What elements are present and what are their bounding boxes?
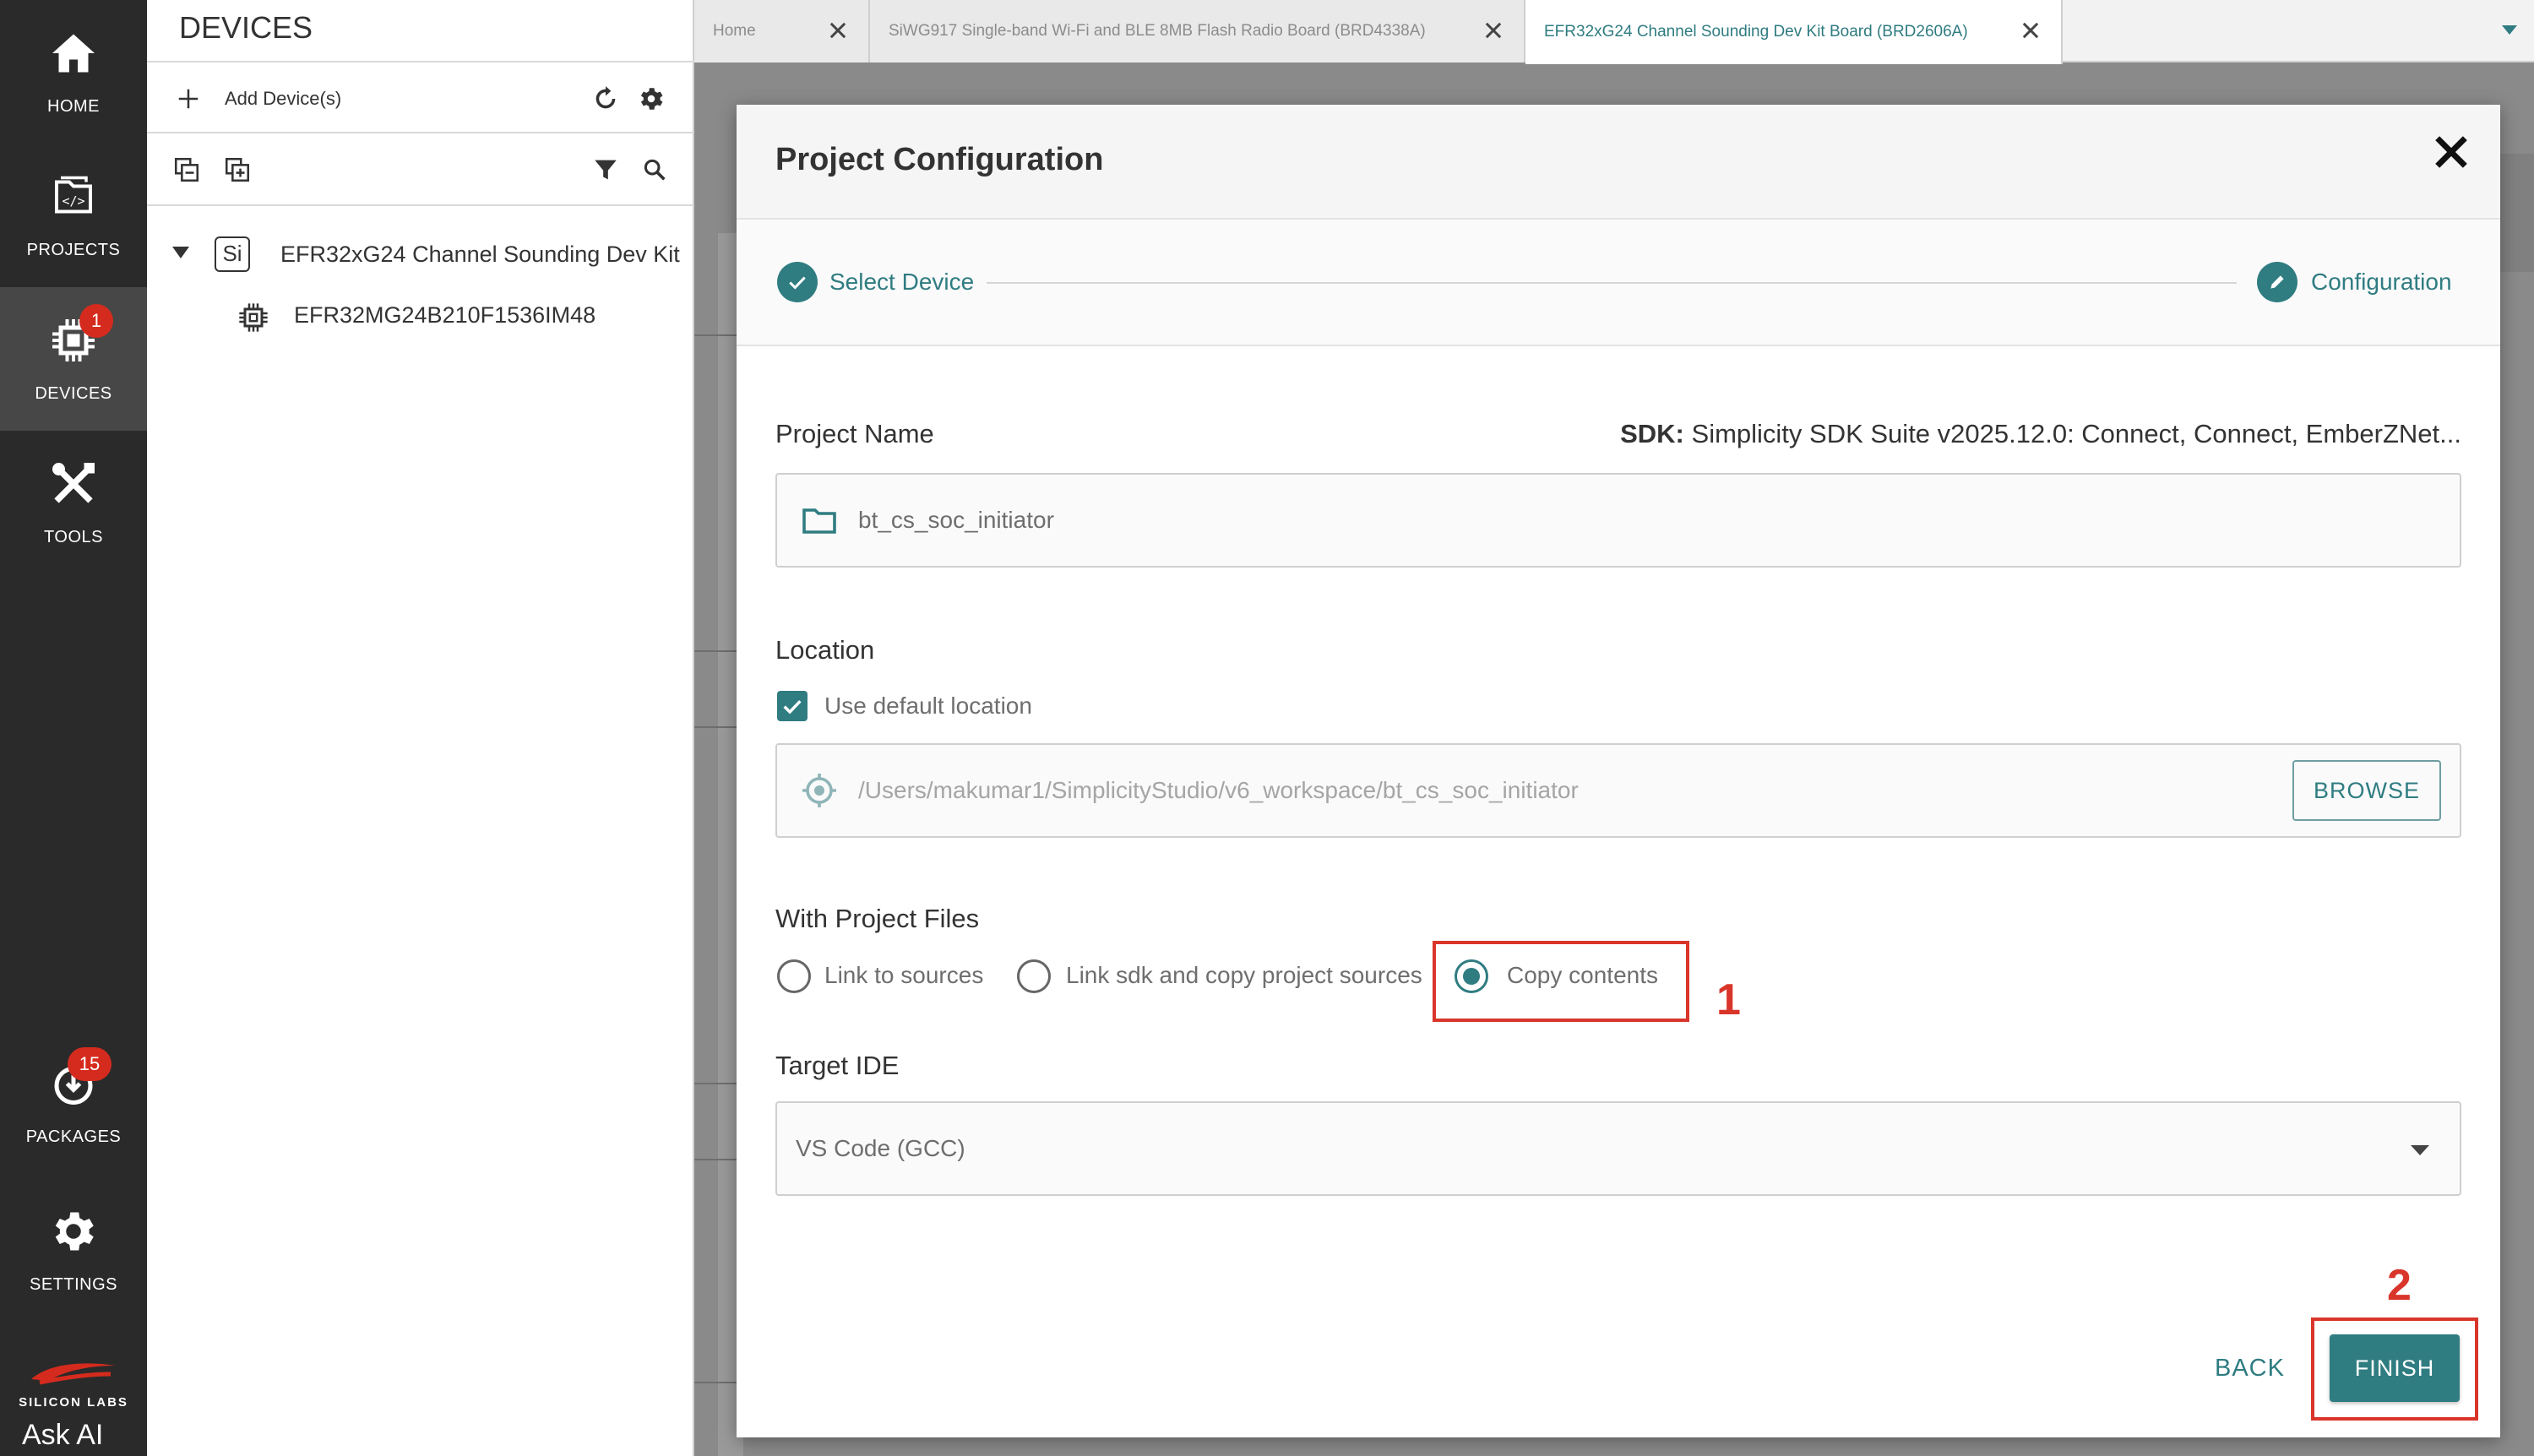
target-ide-label: Target IDE [775,1051,900,1080]
nav-tools[interactable]: TOOLS [0,431,147,574]
location-target-icon [802,774,836,807]
project-configuration-dialog: Project Configuration Select Device Conf… [737,105,2500,1437]
tab-siwg917-label: SiWG917 Single-band Wi-Fi and BLE 8MB Fl… [889,22,1426,40]
location-input[interactable]: /Users/makumar1/SimplicityStudio/v6_work… [775,743,2461,838]
svg-text:</>: </> [62,193,84,209]
filter-icon[interactable] [591,155,620,184]
location-path: /Users/makumar1/SimplicityStudio/v6_work… [858,777,1579,803]
tree-item-device[interactable]: EFR32MG24B210F1536IM48 [294,302,595,329]
radio-link-to-sources[interactable] [777,959,811,993]
devices-title: DEVICES [179,10,313,45]
expand-all-icon[interactable] [223,155,252,184]
wizard-stepper: Select Device Configuration [737,220,2500,346]
search-icon[interactable] [640,155,669,184]
chevron-down-icon [2411,1145,2429,1155]
nav-projects-label: PROJECTS [26,240,121,259]
devices-filter-bar [147,133,694,206]
tab-overflow-chevron-down-icon[interactable] [2502,25,2517,35]
tab-efr32xg24-label: EFR32xG24 Channel Sounding Dev Kit Board… [1544,23,1968,41]
silicon-labs-mark-icon [31,1363,116,1385]
tree-item-kit[interactable]: EFR32xG24 Channel Sounding Dev Kit [280,242,680,268]
settings-icon[interactable] [637,84,666,113]
project-name-value: bt_cs_soc_initiator [858,507,1054,533]
nav-packages[interactable]: PACKAGES 15 [0,1030,147,1174]
step-select-device[interactable]: Select Device [829,269,974,296]
nav-packages-label: PACKAGES [25,1127,122,1146]
browse-button[interactable]: BROWSE [2292,760,2441,821]
finish-button[interactable]: FINISH [2330,1334,2460,1402]
step-configuration: Configuration [2311,269,2452,295]
target-ide-value: VS Code (GCC) [796,1135,965,1161]
radio-link-sdk-copy-sources-label[interactable]: Link sdk and copy project sources [1066,962,1422,989]
close-icon[interactable] [2428,128,2475,176]
tab-siwg917[interactable]: SiWG917 Single-band Wi-Fi and BLE 8MB Fl… [870,0,1525,62]
nav-devices[interactable]: DEVICES 1 [0,287,147,431]
tab-efr32xg24-close-icon[interactable] [2019,19,2042,42]
annotation-number-2: 2 [2387,1261,2412,1310]
ask-ai-button[interactable]: Ask AI [22,1419,103,1452]
radio-link-sdk-copy-sources[interactable] [1017,959,1051,993]
nav-projects[interactable]: </> PROJECTS [0,144,147,287]
tree-expand-arrow-icon[interactable] [172,247,189,258]
collapse-all-icon[interactable] [172,155,201,184]
sdk-value: Simplicity SDK Suite v2025.12.0: Connect… [1691,419,2461,448]
nav-devices-label: DEVICES [35,383,112,403]
tab-bar: Home SiWG917 Single-band Wi-Fi and BLE 8… [694,0,2534,64]
gear-icon [55,1212,94,1250]
projects-icon: </> [55,176,92,213]
dialog-header: Project Configuration [737,105,2500,220]
tools-icon [52,462,95,503]
nav-settings-label: SETTINGS [29,1274,117,1294]
brand-name: SILICON LABS [19,1395,128,1410]
packages-badge: 15 [68,1047,111,1081]
nav-home-label: HOME [47,96,100,116]
nav-tools-label: TOOLS [44,527,103,546]
back-button[interactable]: BACK [2215,1355,2285,1383]
devices-toolbar: Add Device(s) [147,61,694,133]
step-current-pencil-icon [2257,262,2297,302]
project-name-label: Project Name [775,419,934,448]
devices-panel: DEVICES Add Device(s) Si EFR32xG24 Chann… [147,0,694,1456]
tab-home[interactable]: Home [694,0,870,62]
stepper-connector [987,282,2237,284]
home-icon [52,34,95,72]
silicon-labs-logo: SILICON LABS [0,1355,147,1410]
silabs-kit-icon: Si [215,236,250,272]
bg-card [2500,154,2534,272]
annotation-number-1: 1 [1716,975,1741,1024]
tab-efr32xg24[interactable]: EFR32xG24 Channel Sounding Dev Kit Board… [1525,0,2063,64]
sdk-info: SDK: Simplicity SDK Suite v2025.12.0: Co… [1620,419,2461,449]
add-devices-button[interactable]: Add Device(s) [225,88,341,110]
step-done-check-icon [777,262,818,302]
refresh-icon[interactable] [591,84,620,113]
chip-icon [239,303,268,332]
sdk-label: SDK: [1620,419,1684,448]
project-files-label: With Project Files [775,904,980,933]
use-default-location-checkbox[interactable] [777,691,808,721]
target-ide-select[interactable]: VS Code (GCC) [775,1101,2461,1196]
folder-icon [802,508,836,534]
tab-home-label: Home [713,22,756,40]
use-default-location-label[interactable]: Use default location [824,693,1032,720]
annotation-highlight-1 [1433,941,1689,1022]
nav-settings[interactable]: SETTINGS [0,1178,147,1322]
radio-link-to-sources-label[interactable]: Link to sources [824,962,983,989]
nav-home[interactable]: HOME [0,0,147,144]
tab-home-close-icon[interactable] [826,19,850,42]
devices-badge: 1 [79,304,113,338]
left-nav: HOME </> PROJECTS DEVICES 1 TOOLS PACKAG… [0,0,147,1456]
project-name-input[interactable]: bt_cs_soc_initiator [775,473,2461,568]
plus-icon[interactable] [176,86,201,111]
dialog-title: Project Configuration [775,142,1104,177]
checkmark-icon [783,699,802,714]
tab-siwg917-close-icon[interactable] [1482,19,1505,42]
location-label: Location [775,635,875,665]
